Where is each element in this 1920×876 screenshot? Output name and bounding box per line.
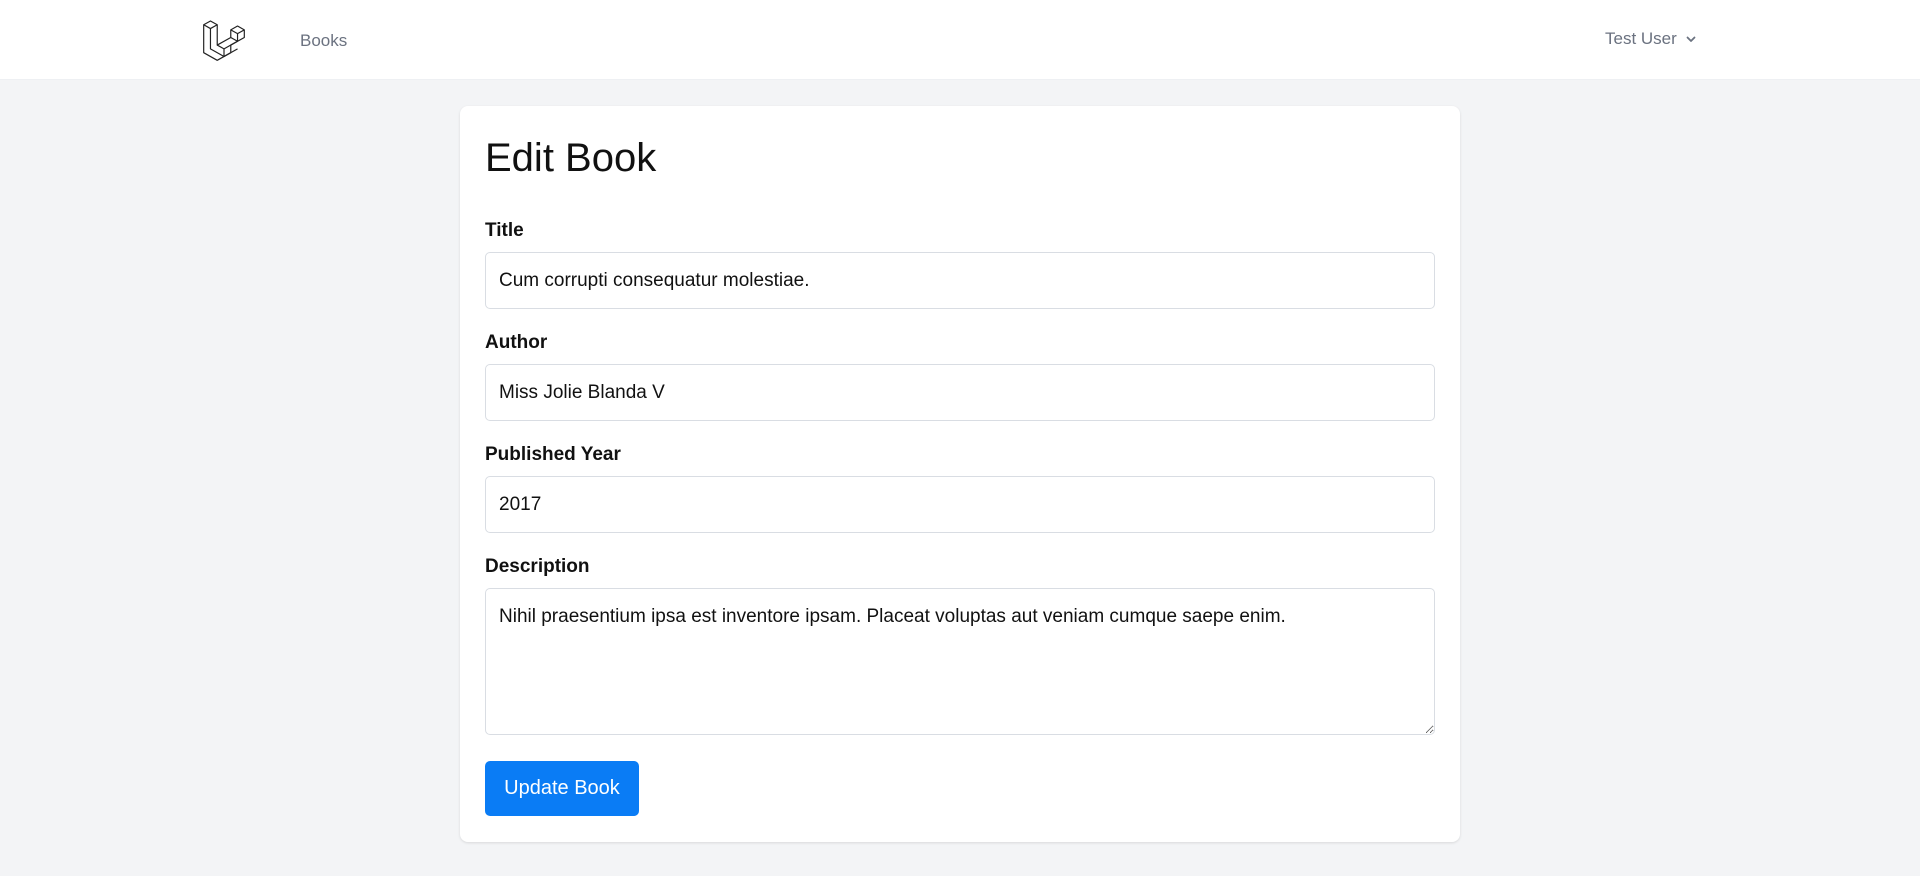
published-year-label: Published Year (485, 444, 621, 465)
laravel-logo-icon[interactable] (202, 18, 246, 62)
author-label: Author (485, 332, 548, 353)
user-menu-dropdown[interactable]: Test User (1605, 29, 1697, 49)
nav-link-books[interactable]: Books (300, 31, 347, 51)
chevron-down-icon (1686, 36, 1696, 42)
published-year-input[interactable] (485, 476, 1435, 533)
title-label: Title (485, 220, 524, 241)
top-navbar: Books Test User (0, 0, 1920, 80)
update-book-button[interactable]: Update Book (485, 761, 639, 816)
title-input[interactable] (485, 252, 1435, 309)
description-textarea[interactable]: Nihil praesentium ipsa est inventore ips… (485, 588, 1435, 735)
user-name: Test User (1605, 29, 1677, 48)
page-title: Edit Book (485, 136, 657, 180)
edit-book-card: Edit Book Title Author Published Year De… (460, 106, 1460, 842)
author-input[interactable] (485, 364, 1435, 421)
description-label: Description (485, 556, 590, 577)
